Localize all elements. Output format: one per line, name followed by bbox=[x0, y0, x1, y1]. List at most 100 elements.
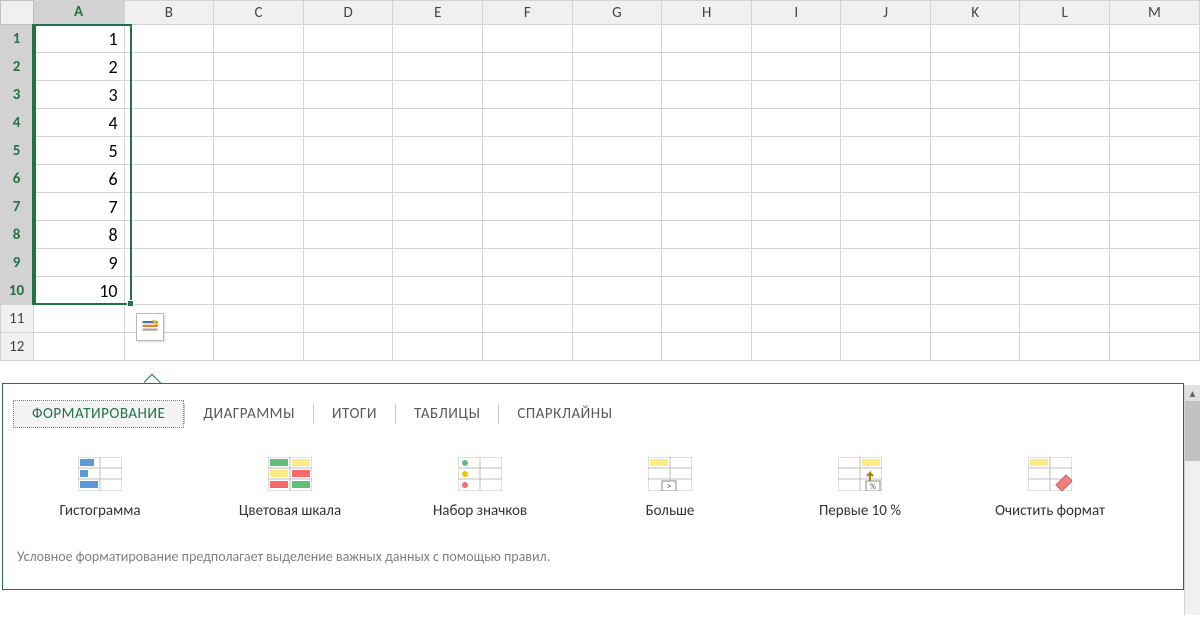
cell-D9[interactable] bbox=[303, 249, 393, 277]
cell-H2[interactable] bbox=[662, 53, 752, 81]
cell-M11[interactable] bbox=[1109, 305, 1199, 333]
cell-C5[interactable] bbox=[214, 137, 304, 165]
tab-диаграммы[interactable]: ДИАГРАММЫ bbox=[185, 401, 313, 427]
cell-B3[interactable] bbox=[124, 81, 214, 109]
column-header-K[interactable]: K bbox=[930, 1, 1020, 25]
cell-D2[interactable] bbox=[303, 53, 393, 81]
spreadsheet-grid[interactable]: ABCDEFGHIJKLM 11223344556677889910101112 bbox=[0, 0, 1200, 361]
cell-J7[interactable] bbox=[841, 193, 930, 221]
cell-C2[interactable] bbox=[214, 53, 304, 81]
cell-F2[interactable] bbox=[483, 53, 573, 81]
cell-B4[interactable] bbox=[124, 109, 214, 137]
cell-A3[interactable]: 3 bbox=[33, 81, 124, 109]
cell-C7[interactable] bbox=[214, 193, 304, 221]
cell-B5[interactable] bbox=[124, 137, 214, 165]
cell-F7[interactable] bbox=[483, 193, 573, 221]
cell-H8[interactable] bbox=[662, 221, 752, 249]
cell-L4[interactable] bbox=[1020, 109, 1109, 137]
cell-L10[interactable] bbox=[1020, 277, 1109, 305]
cell-E8[interactable] bbox=[393, 221, 483, 249]
cell-J2[interactable] bbox=[841, 53, 930, 81]
cell-E9[interactable] bbox=[393, 249, 483, 277]
row-header-2[interactable]: 2 bbox=[1, 53, 34, 81]
cell-D11[interactable] bbox=[303, 305, 393, 333]
cell-J12[interactable] bbox=[841, 333, 930, 361]
tab-таблицы[interactable]: ТАБЛИЦЫ bbox=[396, 401, 498, 427]
cell-B9[interactable] bbox=[124, 249, 214, 277]
cell-E11[interactable] bbox=[393, 305, 483, 333]
cell-G3[interactable] bbox=[572, 81, 662, 109]
cell-C11[interactable] bbox=[214, 305, 304, 333]
cell-H7[interactable] bbox=[662, 193, 752, 221]
cell-E1[interactable] bbox=[393, 25, 483, 53]
cell-A6[interactable]: 6 bbox=[33, 165, 124, 193]
column-header-D[interactable]: D bbox=[303, 1, 393, 25]
cell-J5[interactable] bbox=[841, 137, 930, 165]
format-option-colorscale[interactable]: Цветовая шкала bbox=[225, 456, 355, 520]
column-header-L[interactable]: L bbox=[1020, 1, 1109, 25]
cell-I8[interactable] bbox=[751, 221, 840, 249]
cell-F6[interactable] bbox=[483, 165, 573, 193]
cell-L2[interactable] bbox=[1020, 53, 1109, 81]
column-header-G[interactable]: G bbox=[572, 1, 662, 25]
cell-E3[interactable] bbox=[393, 81, 483, 109]
cell-E6[interactable] bbox=[393, 165, 483, 193]
cell-A7[interactable]: 7 bbox=[33, 193, 124, 221]
cell-C1[interactable] bbox=[214, 25, 304, 53]
cell-L3[interactable] bbox=[1020, 81, 1109, 109]
cell-J10[interactable] bbox=[841, 277, 930, 305]
cell-H3[interactable] bbox=[662, 81, 752, 109]
cell-C10[interactable] bbox=[214, 277, 304, 305]
cell-L12[interactable] bbox=[1020, 333, 1109, 361]
cell-K9[interactable] bbox=[930, 249, 1020, 277]
cell-L8[interactable] bbox=[1020, 221, 1109, 249]
cell-F4[interactable] bbox=[483, 109, 573, 137]
cell-A2[interactable]: 2 bbox=[33, 53, 124, 81]
cell-K5[interactable] bbox=[930, 137, 1020, 165]
cell-L11[interactable] bbox=[1020, 305, 1109, 333]
cell-G1[interactable] bbox=[572, 25, 662, 53]
cell-H12[interactable] bbox=[662, 333, 752, 361]
cell-L7[interactable] bbox=[1020, 193, 1109, 221]
cell-J9[interactable] bbox=[841, 249, 930, 277]
cell-C6[interactable] bbox=[214, 165, 304, 193]
cell-F9[interactable] bbox=[483, 249, 573, 277]
quick-analysis-button[interactable] bbox=[136, 313, 164, 341]
cell-C9[interactable] bbox=[214, 249, 304, 277]
cell-K3[interactable] bbox=[930, 81, 1020, 109]
column-header-A[interactable]: A bbox=[33, 1, 124, 25]
row-header-5[interactable]: 5 bbox=[1, 137, 34, 165]
cell-J3[interactable] bbox=[841, 81, 930, 109]
cell-I11[interactable] bbox=[751, 305, 840, 333]
column-header-E[interactable]: E bbox=[393, 1, 483, 25]
cell-G10[interactable] bbox=[572, 277, 662, 305]
cell-C12[interactable] bbox=[214, 333, 304, 361]
cell-M5[interactable] bbox=[1109, 137, 1199, 165]
cell-D7[interactable] bbox=[303, 193, 393, 221]
row-header-6[interactable]: 6 bbox=[1, 165, 34, 193]
cell-L9[interactable] bbox=[1020, 249, 1109, 277]
cell-K2[interactable] bbox=[930, 53, 1020, 81]
column-header-F[interactable]: F bbox=[483, 1, 573, 25]
cell-A12[interactable] bbox=[33, 333, 124, 361]
cell-K1[interactable] bbox=[930, 25, 1020, 53]
row-header-9[interactable]: 9 bbox=[1, 249, 34, 277]
cell-E2[interactable] bbox=[393, 53, 483, 81]
cell-I12[interactable] bbox=[751, 333, 840, 361]
cell-J8[interactable] bbox=[841, 221, 930, 249]
cell-F3[interactable] bbox=[483, 81, 573, 109]
cell-F5[interactable] bbox=[483, 137, 573, 165]
cell-M2[interactable] bbox=[1109, 53, 1199, 81]
row-header-3[interactable]: 3 bbox=[1, 81, 34, 109]
tab-форматирование[interactable]: ФОРМАТИРОВАНИЕ bbox=[13, 400, 184, 428]
cell-I5[interactable] bbox=[751, 137, 840, 165]
cell-F8[interactable] bbox=[483, 221, 573, 249]
cell-B10[interactable] bbox=[124, 277, 214, 305]
row-header-4[interactable]: 4 bbox=[1, 109, 34, 137]
cell-A11[interactable] bbox=[33, 305, 124, 333]
cell-J1[interactable] bbox=[841, 25, 930, 53]
cell-D1[interactable] bbox=[303, 25, 393, 53]
format-option-greater[interactable]: >Больше bbox=[605, 456, 735, 520]
cell-J11[interactable] bbox=[841, 305, 930, 333]
cell-M3[interactable] bbox=[1109, 81, 1199, 109]
